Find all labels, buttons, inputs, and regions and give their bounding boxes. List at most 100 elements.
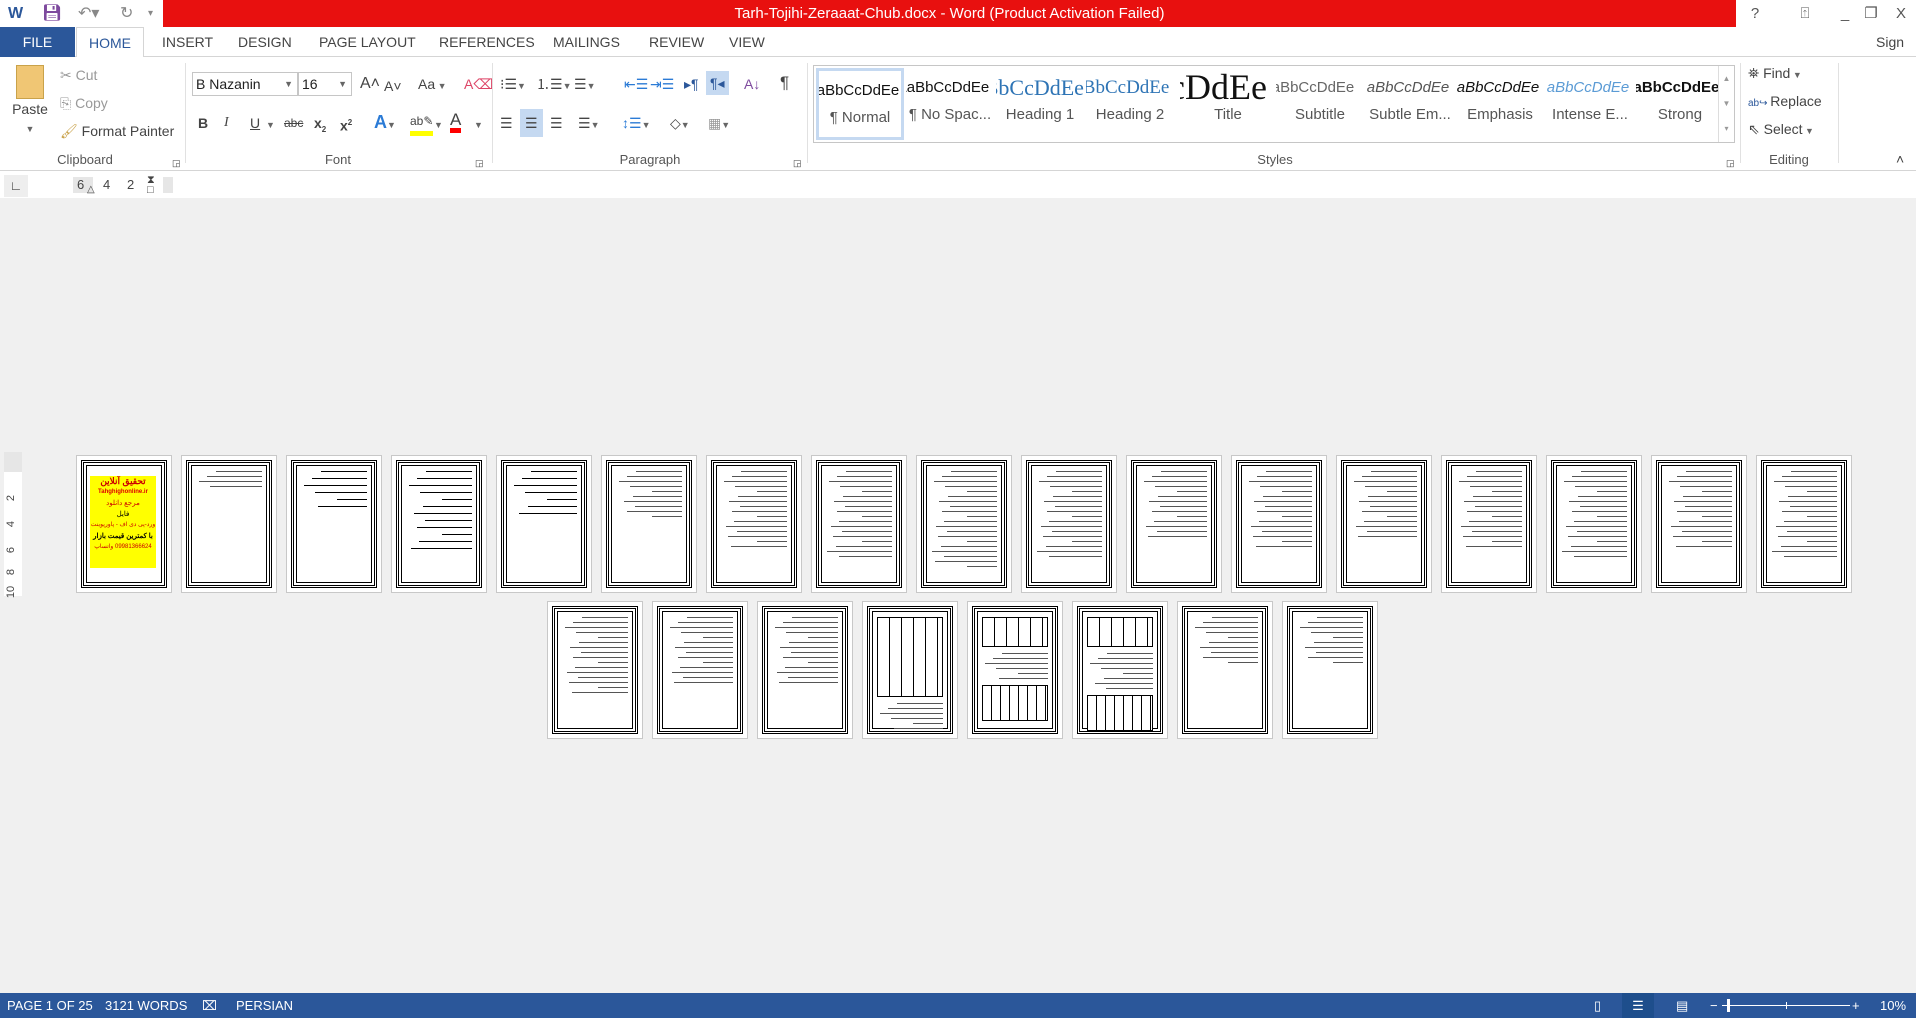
tab-home[interactable]: HOME <box>76 27 144 58</box>
bullets-icon[interactable]: ⁝☰▼ <box>500 74 526 96</box>
dialog-launcher-icon[interactable]: ◲ <box>1726 153 1735 173</box>
justify-icon[interactable]: ☰▼ <box>578 113 599 135</box>
font-size-dropdown[interactable]: 16 ▼ <box>298 72 352 96</box>
chevron-down-icon[interactable]: ▼ <box>434 115 443 135</box>
numbering-icon[interactable]: ⒈☰▼ <box>536 74 571 96</box>
font-color-icon[interactable]: A <box>450 111 462 133</box>
style-heading-1[interactable]: AaBbCcDdEe Heading 1 <box>996 68 1084 140</box>
dialog-launcher-icon[interactable]: ◲ <box>172 153 181 173</box>
superscript-icon[interactable]: x2 <box>340 113 352 136</box>
subscript-icon[interactable]: x2 <box>314 113 326 140</box>
find-button[interactable]: ⛯ Find ▼ <box>1748 63 1802 85</box>
customize-qat-icon[interactable]: ▾ <box>148 3 153 25</box>
page-thumbnail-13[interactable] <box>1336 455 1432 593</box>
page-thumbnail-22[interactable] <box>967 601 1063 739</box>
clear-formatting-icon[interactable]: A⌫ <box>464 74 493 94</box>
page-thumbnail-23[interactable] <box>1072 601 1168 739</box>
style-subtitle[interactable]: AaBbCcDdEe Subtitle <box>1276 68 1364 140</box>
collapse-ribbon-icon[interactable]: ˄ <box>1896 149 1904 169</box>
ribbon-display-options-icon[interactable]: ⍐ <box>1790 2 1820 26</box>
tab-file[interactable]: FILE <box>0 27 75 57</box>
proofing-icon[interactable]: ⌧ <box>202 993 217 1018</box>
style-title[interactable]: AaBbCcDdEeTitle <box>1180 68 1276 140</box>
underline-button[interactable]: U <box>250 113 260 133</box>
strikethrough-button[interactable]: abc <box>284 113 303 133</box>
tab-insert[interactable]: INSERT <box>150 27 225 57</box>
tab-review[interactable]: REVIEW <box>637 27 716 57</box>
word-count[interactable]: 3121 WORDS <box>105 993 187 1018</box>
page-thumbnail-17[interactable] <box>1756 455 1852 593</box>
style-heading-2[interactable]: AaBbCcDdEe Heading 2 <box>1086 68 1174 140</box>
print-layout-icon[interactable]: ☰ <box>1622 993 1654 1018</box>
align-center-icon[interactable]: ☰ <box>520 109 543 137</box>
borders-icon[interactable]: ▦▼ <box>708 113 730 135</box>
font-name-dropdown[interactable]: B Nazanin ▼ <box>192 72 298 96</box>
page-thumbnail-18[interactable] <box>547 601 643 739</box>
sign-in-link[interactable]: Sign in <box>1864 27 1916 80</box>
tab-page-layout[interactable]: PAGE LAYOUT <box>307 27 428 57</box>
cut-button[interactable]: ✂ Cut <box>60 65 97 85</box>
text-effects-icon[interactable]: A▼ <box>374 112 396 135</box>
zoom-slider[interactable] <box>1722 999 1850 1012</box>
page-thumbnail-20[interactable] <box>757 601 853 739</box>
zoom-in-button[interactable]: + <box>1852 993 1860 1018</box>
page-thumbnail-8[interactable] <box>811 455 907 593</box>
page-thumbnail-2[interactable] <box>181 455 277 593</box>
scroll-down-icon[interactable]: ▼ <box>1719 91 1734 116</box>
page-thumbnail-3[interactable] <box>286 455 382 593</box>
rtl-direction-icon[interactable]: ¶◂ <box>706 71 729 95</box>
read-mode-icon[interactable]: ▯ <box>1594 993 1601 1018</box>
dialog-launcher-icon[interactable]: ◲ <box>793 153 802 173</box>
increase-indent-icon[interactable]: ⇥☰ <box>650 74 674 94</box>
align-right-icon[interactable]: ☰ <box>550 113 563 133</box>
multilevel-list-icon[interactable]: ☰▼ <box>574 74 595 96</box>
restore-button[interactable]: ❐ <box>1856 2 1886 26</box>
vertical-ruler[interactable]: 2 4 6 8 10 <box>4 452 22 598</box>
page-thumbnail-5[interactable] <box>496 455 592 593</box>
align-left-icon[interactable]: ☰ <box>500 113 513 133</box>
select-button[interactable]: ⇖ Select ▼ <box>1748 119 1814 141</box>
style-emphasis[interactable]: AaBbCcDdEe Emphasis <box>1456 68 1544 140</box>
more-styles-icon[interactable]: ▾ <box>1719 116 1734 141</box>
bold-button[interactable]: B <box>198 113 208 133</box>
style-no-spacing[interactable]: AaBbCcDdEe ¶ No Spac... <box>906 68 994 140</box>
language[interactable]: PERSIAN <box>236 993 293 1018</box>
highlight-color-icon[interactable]: ab✎ <box>410 111 434 136</box>
page-thumbnail-21[interactable] <box>862 601 958 739</box>
page-thumbnail-15[interactable] <box>1546 455 1642 593</box>
close-button[interactable]: X <box>1886 2 1916 26</box>
sort-icon[interactable]: A↓ <box>744 74 760 94</box>
decrease-indent-icon[interactable]: ⇤☰ <box>624 74 648 94</box>
shrink-font-icon[interactable]: A˅ <box>384 76 402 96</box>
page-thumbnail-1[interactable]: تحقیق آنلاین Tahghighonline.ir مرجع دانل… <box>76 455 172 593</box>
horizontal-ruler[interactable]: 6 4 2 △ ⧗ □ <box>73 175 173 196</box>
page-thumbnail-14[interactable] <box>1441 455 1537 593</box>
page-thumbnail-7[interactable] <box>706 455 802 593</box>
tab-view[interactable]: VIEW <box>717 27 777 57</box>
tab-mailings[interactable]: MAILINGS <box>541 27 632 57</box>
page-thumbnail-11[interactable] <box>1126 455 1222 593</box>
style-subtle-emphasis[interactable]: AaBbCcDdEe Subtle Em... <box>1366 68 1454 140</box>
replace-button[interactable]: ab↪ Replace <box>1748 91 1822 114</box>
page-thumbnail-6[interactable] <box>601 455 697 593</box>
help-button[interactable]: ? <box>1740 2 1770 26</box>
zoom-slider-thumb[interactable] <box>1727 999 1731 1012</box>
line-spacing-icon[interactable]: ↕☰▼ <box>622 113 650 135</box>
chevron-down-icon[interactable]: ▼ <box>266 115 275 135</box>
show-formatting-marks-icon[interactable]: ¶ <box>780 73 789 93</box>
paste-button[interactable]: Paste ▼ <box>10 65 50 139</box>
tab-references[interactable]: REFERENCES <box>427 27 547 57</box>
page-thumbnail-9[interactable] <box>916 455 1012 593</box>
italic-button[interactable]: I <box>224 113 229 133</box>
document-area[interactable]: 2 4 6 8 10 تحقیق آنلاین Tahghighonline.i… <box>0 198 1916 993</box>
page-thumbnail-19[interactable] <box>652 601 748 739</box>
dialog-launcher-icon[interactable]: ◲ <box>475 153 484 173</box>
page-thumbnail-16[interactable] <box>1651 455 1747 593</box>
page-thumbnail-4[interactable] <box>391 455 487 593</box>
ltr-direction-icon[interactable]: ▸¶ <box>684 74 699 94</box>
styles-scrollbar[interactable]: ▲ ▼ ▾ <box>1718 66 1734 142</box>
redo-icon[interactable]: ↻ <box>120 3 133 25</box>
style-strong[interactable]: AaBbCcDdEe Strong <box>1636 68 1724 140</box>
style-normal[interactable]: AaBbCcDdEe ¶ Normal <box>816 68 904 140</box>
format-painter-button[interactable]: 🖌︎ Format Painter <box>60 121 174 141</box>
